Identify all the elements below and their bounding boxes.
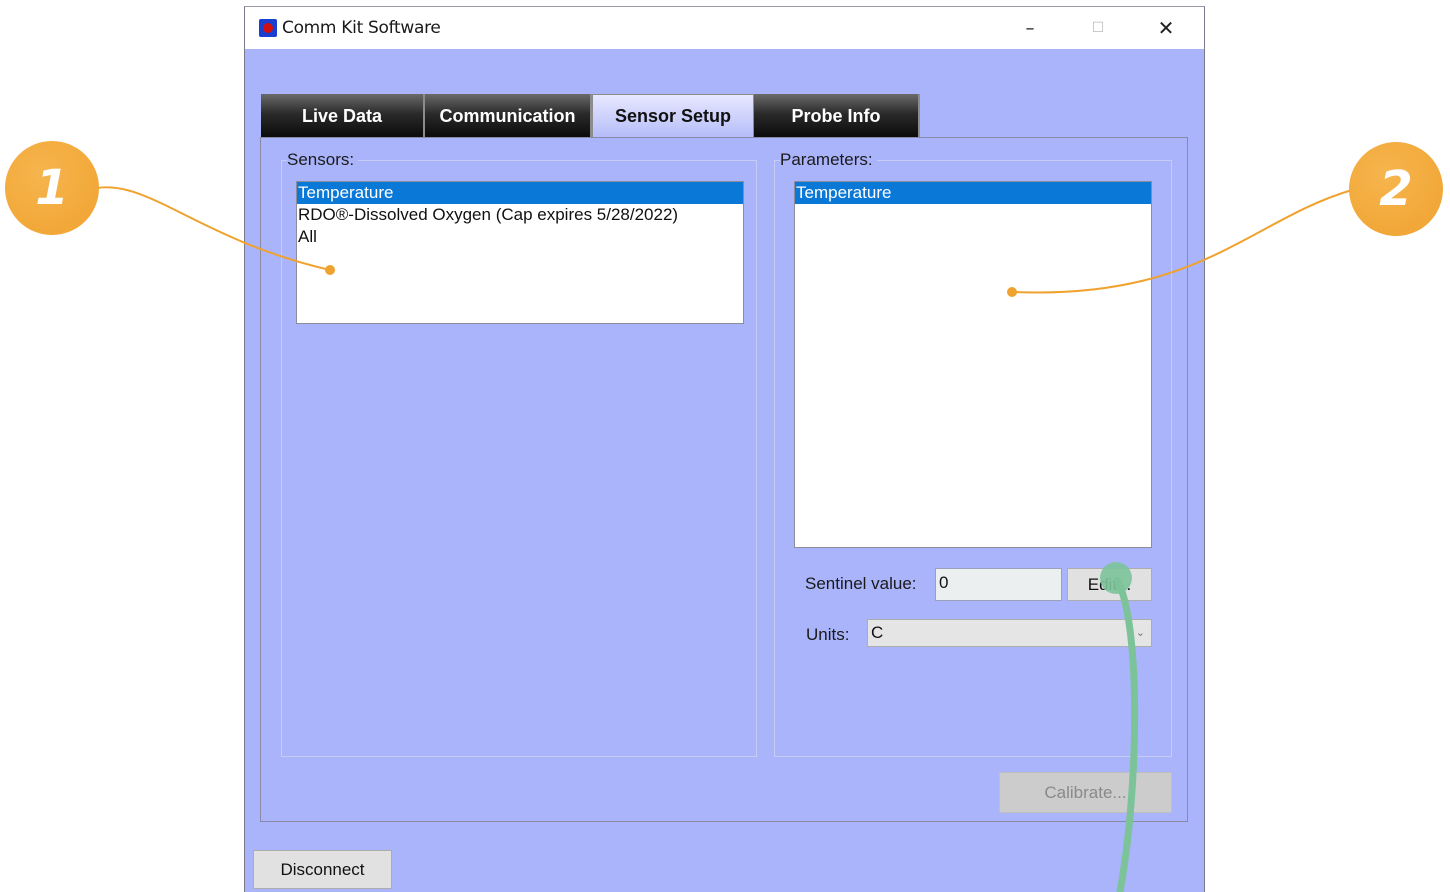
sentinel-value-input[interactable]: 0	[935, 568, 1062, 601]
parameter-item-temperature[interactable]: Temperature	[795, 182, 1151, 204]
callout-badge-2: 2	[1349, 142, 1443, 236]
units-value: C	[871, 623, 884, 642]
units-select[interactable]: C ⌄	[867, 619, 1152, 647]
close-button[interactable]: ✕	[1143, 7, 1189, 49]
sensors-list[interactable]: Temperature RDO®-Dissolved Oxygen (Cap e…	[296, 181, 744, 324]
app-icon	[259, 19, 277, 37]
sensor-item-all[interactable]: All	[297, 226, 743, 248]
chevron-down-icon: ⌄	[1135, 627, 1145, 639]
edit-button[interactable]: Edit...	[1067, 568, 1152, 601]
maximize-button[interactable]: ☐	[1075, 7, 1121, 49]
sensors-label: Sensors:	[287, 150, 359, 170]
title-bar: Comm Kit Software – ☐ ✕	[245, 7, 1204, 49]
window-title: Comm Kit Software	[282, 18, 441, 38]
minimize-button[interactable]: –	[1007, 7, 1053, 49]
tab-sensor-setup[interactable]: Sensor Setup	[592, 94, 754, 138]
units-label: Units:	[806, 625, 850, 644]
sentinel-value-label: Sentinel value:	[805, 574, 917, 593]
tab-live-data[interactable]: Live Data	[261, 94, 425, 138]
disconnect-button[interactable]: Disconnect	[253, 850, 392, 889]
tab-communication[interactable]: Communication	[425, 94, 592, 138]
tab-probe-info[interactable]: Probe Info	[754, 94, 920, 138]
app-window: Comm Kit Software – ☐ ✕ Live Data Commun…	[244, 6, 1205, 892]
sensor-item-rdo-dissolved-oxygen[interactable]: RDO®-Dissolved Oxygen (Cap expires 5/28/…	[297, 204, 743, 226]
sensor-setup-panel: Sensors: Temperature RDO®-Dissolved Oxyg…	[260, 137, 1188, 822]
calibrate-button[interactable]: Calibrate...	[999, 772, 1172, 813]
parameters-label: Parameters:	[780, 150, 877, 170]
parameters-list[interactable]: Temperature	[794, 181, 1152, 548]
callout-badge-1: 1	[5, 141, 99, 235]
sensor-item-temperature[interactable]: Temperature	[297, 182, 743, 204]
